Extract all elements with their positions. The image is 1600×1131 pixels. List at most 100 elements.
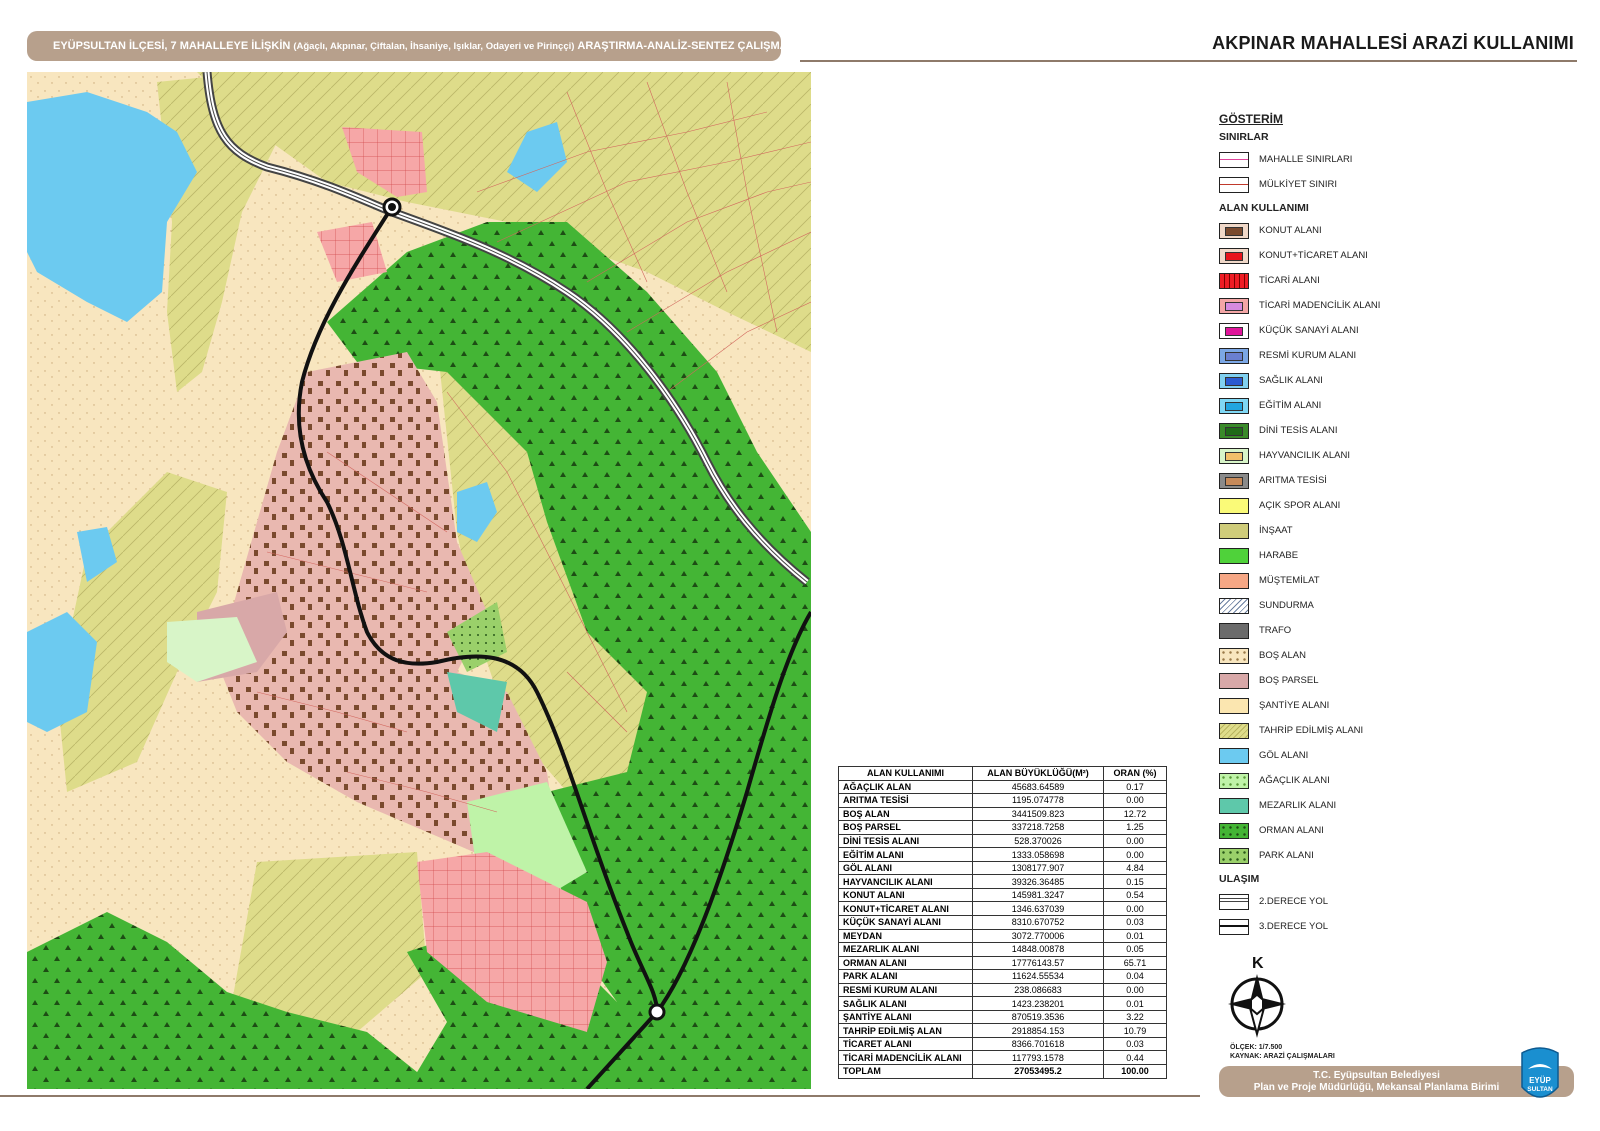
legend-item-label: MEZARLIK ALANI — [1259, 800, 1337, 811]
legend-item: MÜŞTEMİLAT — [1219, 568, 1559, 593]
legend-item-label: TRAFO — [1259, 625, 1292, 636]
table-row: KONUT ALANI 145981.3247 0.54 — [838, 887, 1167, 903]
legend-item-label: RESMİ KURUM ALANI — [1259, 350, 1357, 361]
legend-item-label: AĞAÇLIK ALANI — [1259, 775, 1330, 786]
table-cell-ratio: 0.00 — [1103, 793, 1167, 808]
table-cell-ratio: 0.00 — [1103, 833, 1167, 849]
table-cell-land-use: BOŞ ALAN — [838, 806, 973, 822]
table-cell-ratio: 0.01 — [1103, 996, 1167, 1011]
legend-section-title: ULAŞIM — [1219, 873, 1260, 885]
legend-swatch — [1219, 422, 1249, 439]
legend-item: BOŞ ALAN — [1219, 643, 1559, 668]
sheet-title: AKPINAR MAHALLESİ ARAZİ KULLANIMI — [1212, 33, 1574, 53]
legend-swatch — [1219, 572, 1249, 589]
header-text-main: EYÜPSULTAN İLÇESİ, 7 MAHALLEYE İLİŞKİN — [53, 40, 291, 52]
legend: GÖSTERİM SINIRLAR MAHALLE SINIRLARI MÜLKİY… — [1219, 112, 1559, 939]
scale-info: ÖLÇEK: 1/7.500 KAYNAK: ARAZİ ÇALIŞMALARI — [1230, 1043, 1335, 1061]
table-cell-area: 14848.00878 — [972, 942, 1104, 957]
table-total-area: 27053495.2 — [972, 1064, 1104, 1079]
legend-item-label: BOŞ ALAN — [1259, 650, 1306, 661]
legend-item: HAYVANCILIK ALANI — [1219, 443, 1559, 468]
legend-item: GÖL ALANI — [1219, 743, 1559, 768]
legend-swatch — [1219, 272, 1249, 289]
legend-item: SUNDURMA — [1219, 593, 1559, 618]
table-row: BOŞ PARSEL 337218.7258 1.25 — [838, 820, 1167, 835]
legend-item: KONUT ALANI — [1219, 218, 1559, 243]
map-canvas — [27, 72, 811, 1089]
legend-item-label: GÖL ALANI — [1259, 750, 1309, 761]
junction-north-center — [388, 203, 396, 211]
table-cell-ratio: 0.01 — [1103, 928, 1167, 944]
table-cell-area: 117793.1578 — [972, 1050, 1104, 1066]
compass-sides-icon — [1228, 998, 1286, 1010]
table-cell-land-use: EĞİTİM ALANI — [838, 847, 973, 862]
legend-swatch — [1219, 772, 1249, 789]
table-cell-ratio: 0.44 — [1103, 1050, 1167, 1066]
legend-item-label: KONUT+TİCARET ALANI — [1259, 250, 1368, 261]
table-row: SAĞLIK ALANI 1423.238201 0.01 — [838, 996, 1167, 1011]
header-text-neighbourhoods: (Ağaçlı, Akpınar, Çiftalan, İhsaniye, Iş… — [293, 40, 575, 52]
legend-section-title: ALAN KULLANIMI — [1219, 202, 1309, 214]
table-total-label: TOPLAM — [838, 1064, 973, 1079]
table-cell-ratio: 1.25 — [1103, 820, 1167, 835]
legend-swatch — [1219, 297, 1249, 314]
table-cell-ratio: 0.03 — [1103, 1036, 1167, 1052]
table-row: TİCARİ MADENCİLİK ALANI 117793.1578 0.44 — [838, 1050, 1167, 1066]
footer-municipality: T.C. Eyüpsultan Belediyesi — [1313, 1070, 1440, 1081]
legend-item: ORMAN ALANI — [1219, 818, 1559, 843]
table-cell-ratio: 0.54 — [1103, 887, 1167, 903]
legend-item: MEZARLIK ALANI — [1219, 793, 1559, 818]
land-use-map[interactable] — [27, 72, 811, 1089]
table-row: RESMİ KURUM ALANI 238.086683 0.00 — [838, 982, 1167, 998]
table-cell-ratio: 65.71 — [1103, 955, 1167, 971]
legend-swatch — [1219, 247, 1249, 264]
legend-item-label: KÜÇÜK SANAYİ ALANI — [1259, 325, 1359, 336]
footer-line — [0, 1095, 1200, 1097]
legend-item: RESMİ KURUM ALANI — [1219, 343, 1559, 368]
table-cell-land-use: TİCARET ALANI — [838, 1036, 973, 1052]
municipality-logo: EYÜP SULTAN — [1520, 1047, 1560, 1105]
table-cell-land-use: BOŞ PARSEL — [838, 820, 973, 835]
legend-item: PARK ALANI — [1219, 843, 1559, 868]
legend-swatch — [1219, 822, 1249, 839]
table-cell-ratio: 0.00 — [1103, 982, 1167, 998]
legend-swatch — [1219, 372, 1249, 389]
table-row: HAYVANCILIK ALANI 39326.36485 0.15 — [838, 874, 1167, 889]
legend-swatch — [1219, 397, 1249, 414]
table-row: TAHRİP EDİLMİŞ ALAN 2918854.153 10.79 — [838, 1023, 1167, 1038]
legend-item: SAĞLIK ALANI — [1219, 368, 1559, 393]
table-row: MEYDAN 3072.770006 0.01 — [838, 928, 1167, 944]
table-cell-area: 145981.3247 — [972, 887, 1104, 903]
legend-item: 2.DERECE YOL — [1219, 889, 1559, 914]
legend-item-label: 3.DERECE YOL — [1259, 921, 1328, 932]
legend-swatch — [1219, 722, 1249, 739]
table-cell-ratio: 10.79 — [1103, 1023, 1167, 1038]
table-row: TİCARET ALANI 8366.701618 0.03 — [838, 1036, 1167, 1052]
table-cell-area: 1423.238201 — [972, 996, 1104, 1011]
legend-item-label: İNŞAAT — [1259, 525, 1293, 536]
legend-item: HARABE — [1219, 543, 1559, 568]
legend-item: BOŞ PARSEL — [1219, 668, 1559, 693]
table-cell-land-use: RESMİ KURUM ALANI — [838, 982, 973, 998]
table-cell-land-use: PARK ALANI — [838, 969, 973, 984]
legend-item-label: KONUT ALANI — [1259, 225, 1322, 236]
legend-item-label: EĞİTİM ALANI — [1259, 400, 1322, 411]
legend-body: SINIRLAR MAHALLE SINIRLARI MÜLKİYET SINIRI… — [1219, 131, 1559, 939]
header-banner: EYÜPSULTAN İLÇESİ, 7 MAHALLEYE İLİŞKİN (… — [27, 31, 781, 61]
table-cell-ratio: 0.00 — [1103, 901, 1167, 916]
table-row: ARITMA TESİSİ 1195.074778 0.00 — [838, 793, 1167, 808]
table-cell-land-use: DİNİ TESİS ALANI — [838, 833, 973, 849]
table-cell-area: 3441509.823 — [972, 806, 1104, 822]
legend-swatch — [1219, 697, 1249, 714]
table-cell-land-use: HAYVANCILIK ALANI — [838, 874, 973, 889]
junction-south — [648, 1003, 666, 1021]
legend-title: GÖSTERİM — [1219, 112, 1284, 126]
table-cell-area: 238.086683 — [972, 982, 1104, 998]
legend-swatch — [1219, 151, 1249, 168]
legend-item-label: DİNİ TESİS ALANI — [1259, 425, 1338, 436]
table-cell-area: 8366.701618 — [972, 1036, 1104, 1052]
table-cell-ratio: 12.72 — [1103, 806, 1167, 822]
legend-swatch — [1219, 797, 1249, 814]
table-row: ORMAN ALANI 17776143.57 65.71 — [838, 955, 1167, 971]
table-cell-ratio: 0.00 — [1103, 847, 1167, 862]
